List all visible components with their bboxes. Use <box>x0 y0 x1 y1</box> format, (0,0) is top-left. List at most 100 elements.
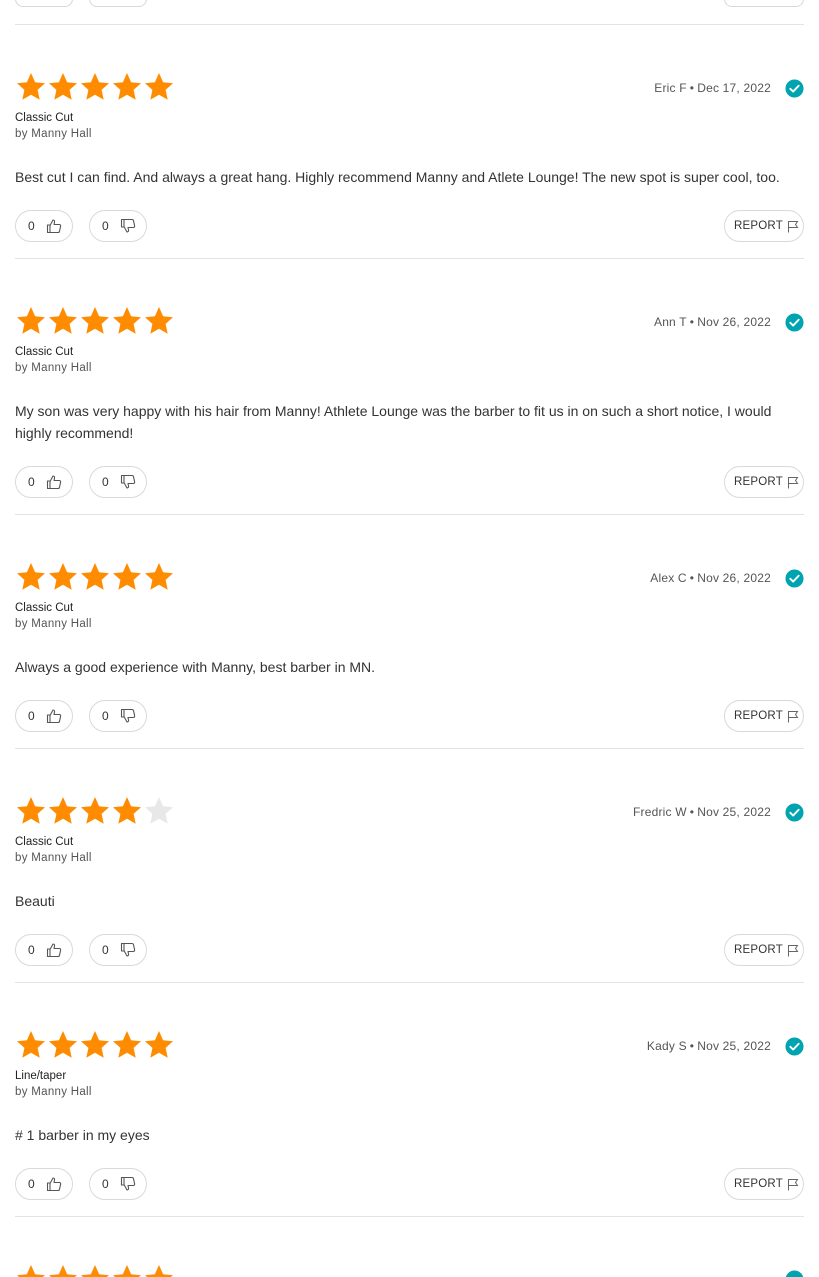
staff-name: by Manny Hall <box>15 1086 92 1098</box>
dislike-button[interactable]: 0 <box>89 700 147 732</box>
meta-separator: • <box>689 315 695 329</box>
report-button[interactable]: REPORT <box>724 466 804 498</box>
review-text: My son was very happy with his hair from… <box>15 403 772 441</box>
review-meta: Ann T • Nov 26, 2022 <box>654 312 804 332</box>
dislike-count: 0 <box>102 943 109 957</box>
review-actions: 0 0 REPORT <box>15 1168 804 1200</box>
review-actions: 0 0 REPORT <box>15 934 804 966</box>
star-filled-icon <box>17 797 45 824</box>
star-filled-icon <box>17 307 45 334</box>
thumbs-up-icon <box>46 1177 62 1192</box>
review-date: Nov 26, 2022 <box>697 571 771 585</box>
review-date: Dec 17, 2022 <box>697 81 771 95</box>
verified-check-icon <box>785 1036 804 1056</box>
service-name: Classic Cut <box>15 346 74 358</box>
review-actions: 0 0 REPORT <box>15 210 804 242</box>
review-text: Beauti <box>15 893 55 909</box>
like-button[interactable]: 0 <box>15 466 73 498</box>
staff-name: by Manny Hall <box>15 618 92 630</box>
review-meta: Alex C • Nov 26, 2022 <box>650 568 804 588</box>
thumbs-down-icon <box>120 942 136 957</box>
star-filled-icon <box>113 1031 141 1058</box>
like-count: 0 <box>28 1177 35 1191</box>
review-author: Alex C <box>650 571 687 585</box>
star-filled-icon <box>49 307 77 334</box>
dislike-count: 0 <box>102 1177 109 1191</box>
thumbs-down-icon <box>120 1176 136 1191</box>
review-text: Best cut I can find. And always a great … <box>15 169 780 185</box>
star-filled-icon <box>113 307 141 334</box>
flag-icon <box>788 476 799 488</box>
review-date: Nov 25, 2022 <box>697 805 771 819</box>
star-filled-icon <box>145 73 173 100</box>
meta-separator: • <box>689 81 695 95</box>
thumbs-down-icon <box>120 708 136 723</box>
review-divider <box>15 258 804 259</box>
star-filled-icon <box>81 73 109 100</box>
star-filled-icon <box>145 307 173 334</box>
star-filled-icon <box>113 73 141 100</box>
review-date: Nov 26, 2022 <box>697 315 771 329</box>
report-label: REPORT <box>734 220 783 232</box>
star-icon <box>17 1265 45 1277</box>
like-button[interactable]: 0 <box>15 700 73 732</box>
meta-separator: • <box>689 571 695 585</box>
report-button[interactable]: REPORT <box>724 700 804 732</box>
star-icon <box>81 1265 109 1277</box>
thumbs-down-icon <box>120 474 136 489</box>
review-author: Eric F <box>654 81 687 95</box>
review-meta: Eric F • Dec 17, 2022 <box>654 78 804 98</box>
flag-icon <box>788 220 799 232</box>
star-empty-icon <box>145 797 173 824</box>
star-filled-icon <box>17 73 45 100</box>
next-review-card-partial <box>15 1263 804 1277</box>
previous-dislike-button[interactable] <box>89 0 147 7</box>
verified-check-icon <box>785 312 804 332</box>
previous-report-button[interactable] <box>724 0 804 7</box>
star-filled-icon <box>17 563 45 590</box>
meta-separator: • <box>689 805 695 819</box>
report-button[interactable]: REPORT <box>724 934 804 966</box>
previous-like-button[interactable] <box>15 0 73 7</box>
star-rating-partial <box>15 1263 175 1277</box>
previous-review-actions <box>0 0 819 25</box>
review-author: Fredric W <box>633 805 687 819</box>
service-name: Classic Cut <box>15 112 74 124</box>
dislike-count: 0 <box>102 709 109 723</box>
star-filled-icon <box>17 1031 45 1058</box>
star-filled-icon <box>49 563 77 590</box>
star-filled-icon <box>81 307 109 334</box>
star-filled-icon <box>81 563 109 590</box>
star-filled-icon <box>49 1031 77 1058</box>
like-button[interactable]: 0 <box>15 1168 73 1200</box>
report-button[interactable]: REPORT <box>724 1168 804 1200</box>
thumbs-down-icon <box>120 218 136 233</box>
star-icon <box>49 1265 77 1277</box>
review-author: Kady S <box>646 1039 687 1053</box>
dislike-count: 0 <box>102 475 109 489</box>
dislike-button[interactable]: 0 <box>89 934 147 966</box>
flag-icon <box>788 1178 799 1190</box>
flag-icon <box>788 944 799 956</box>
star-icon <box>145 1265 173 1277</box>
star-rating <box>15 1029 175 1061</box>
like-button[interactable]: 0 <box>15 934 73 966</box>
like-count: 0 <box>28 475 35 489</box>
review-actions: 0 0 REPORT <box>15 700 804 732</box>
review-author: Ann T <box>653 315 687 329</box>
verified-check-icon <box>785 78 804 98</box>
review-meta: Fredric W • Nov 25, 2022 <box>633 802 804 822</box>
star-rating <box>15 795 175 827</box>
flag-icon <box>788 710 799 722</box>
dislike-button[interactable]: 0 <box>89 466 147 498</box>
report-label: REPORT <box>734 944 783 956</box>
staff-name: by Manny Hall <box>15 362 92 374</box>
report-button[interactable]: REPORT <box>724 210 804 242</box>
dislike-button[interactable]: 0 <box>89 1168 147 1200</box>
like-button[interactable]: 0 <box>15 210 73 242</box>
review-date: Nov 25, 2022 <box>697 1039 771 1053</box>
dislike-button[interactable]: 0 <box>89 210 147 242</box>
thumbs-up-icon <box>46 219 62 234</box>
report-label: REPORT <box>734 476 783 488</box>
report-label: REPORT <box>734 710 783 722</box>
